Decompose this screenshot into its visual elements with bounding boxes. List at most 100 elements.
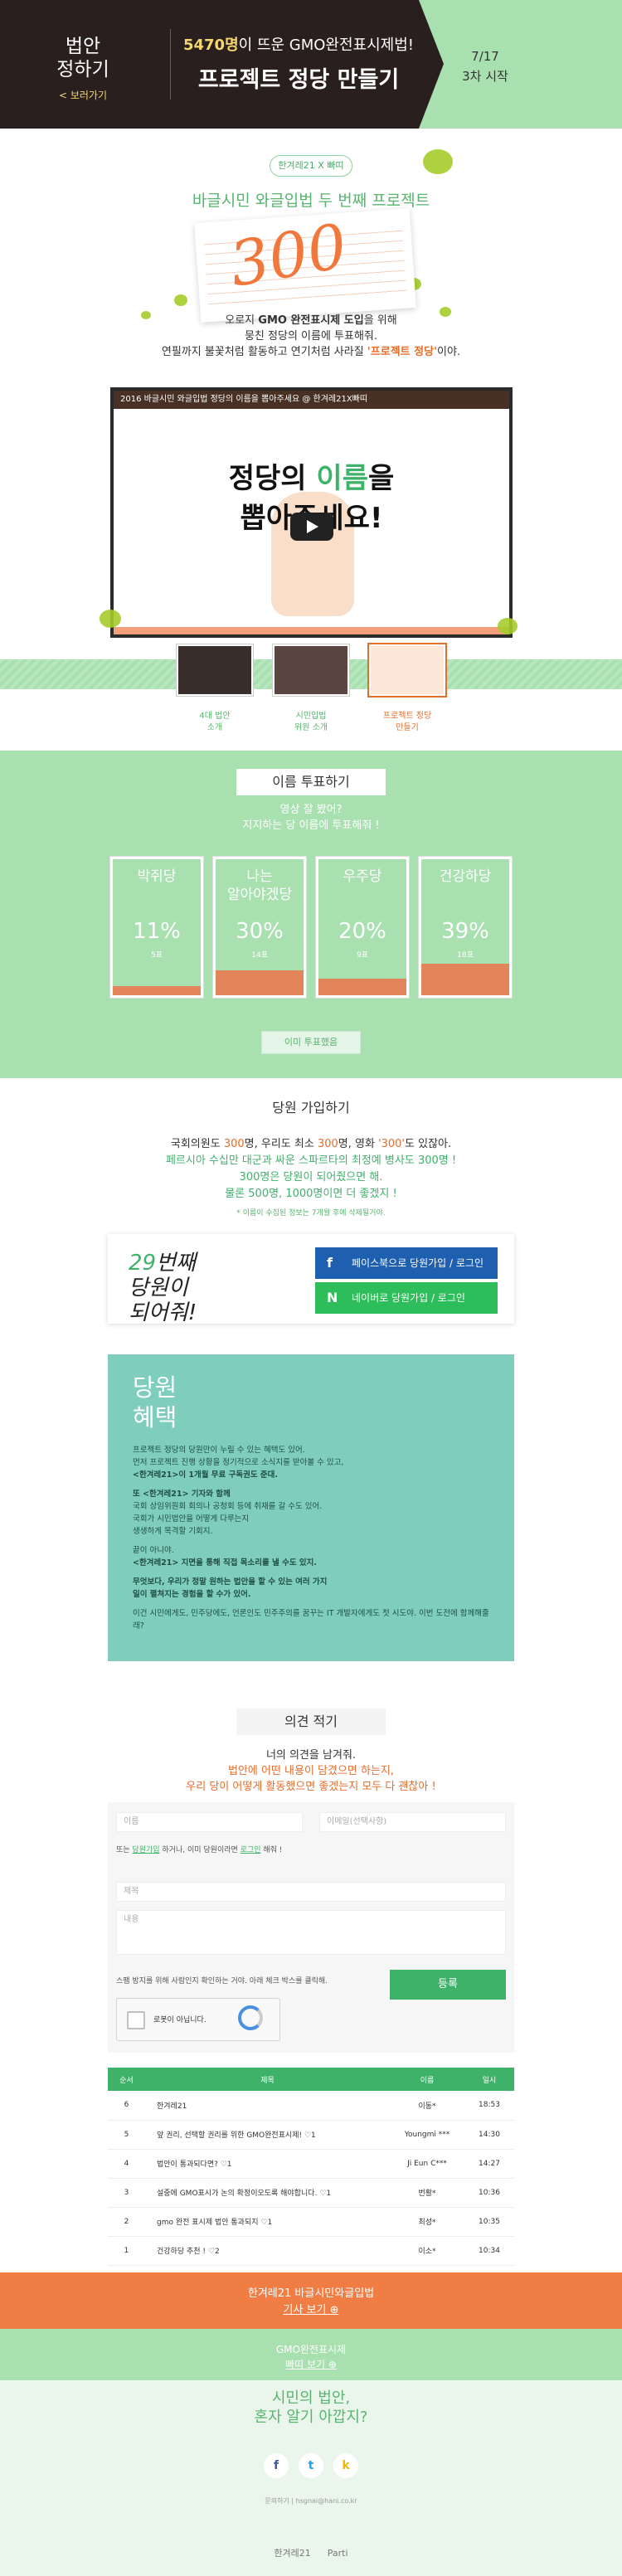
name-field[interactable]: 이름 — [116, 1812, 303, 1832]
table-row[interactable]: 2 gmo 완전 표시제 법안 통과되지 ♡1 최성* 10:35 — [108, 2207, 514, 2237]
row-title[interactable]: gmo 완전 표시제 법안 통과되지 ♡1 — [145, 2207, 390, 2237]
facebook-login-button[interactable]: f 페이스북으로 당원가입 / 로그인 — [315, 1247, 498, 1279]
page-title: 프로젝트 정당 만들기 — [197, 67, 400, 93]
tab-law[interactable]: 법안 정하기 — [0, 35, 166, 81]
vote-fill-bar — [113, 986, 201, 995]
recaptcha[interactable]: 로봇이 아닙니다. — [116, 1998, 280, 2041]
facebook-icon: f — [327, 1255, 333, 1271]
subject-field[interactable]: 제목 — [116, 1882, 506, 1902]
row-title[interactable]: 한겨레21 — [145, 2091, 390, 2121]
vote-card[interactable]: 건강하당 39% 18표 — [419, 857, 512, 998]
share-question: 시민의 법안, 혼자 알기 아깝지? — [0, 2389, 622, 2427]
benefits-title-line: 혜택 — [133, 1403, 177, 1431]
back-link[interactable]: < 보러가기 — [0, 88, 166, 102]
vote-fill-bar — [421, 964, 509, 995]
member-count-label: 당원이 — [129, 1276, 188, 1300]
article-link[interactable]: 기사 보기 ⊕ — [0, 2301, 622, 2316]
row-title[interactable]: 앞 권리, 선택할 권리를 위한 GMO완전표시제! ♡1 — [145, 2120, 390, 2150]
caption-line: 프로젝트 정당 — [382, 712, 432, 721]
party-name-line: 알아야겠당 — [226, 887, 293, 903]
parti-banner[interactable]: GMO완전표시제 빠띠 보기 ⊕ — [0, 2329, 622, 2380]
row-time: 10:36 — [464, 2178, 514, 2208]
benefit-line — [133, 1569, 498, 1576]
table-row[interactable]: 6 한겨레21 이동* 18:53 — [108, 2091, 514, 2121]
row-time: 14:27 — [464, 2149, 514, 2179]
caption-line: 시민입법 — [295, 712, 327, 721]
contact-mail[interactable]: 문의하기 | hsgnai@hani.co.kr — [0, 2496, 622, 2506]
benefit-line: 이건 시민에게도, 민주당에도, 언론인도 민주주의를 꿈꾸는 IT 개발자에게… — [133, 1609, 489, 1631]
table-row[interactable]: 5앞 권리, 선택할 권리를 위한 GMO완전표시제! ♡1 Youngmi **… — [108, 2120, 514, 2150]
facebook-login-label: 페이스북으로 당원가입 / 로그인 — [352, 1257, 484, 1269]
benefit-line — [133, 1481, 498, 1488]
row-number: 5 — [108, 2120, 145, 2150]
desc-text: 도 있잖아. — [405, 1138, 452, 1150]
intro-highlight: GMO 완전표시제 도입 — [258, 314, 364, 327]
twitter-share-icon[interactable]: t — [299, 2453, 323, 2478]
table-header: 순서 제목 이름 일시 — [108, 2068, 514, 2091]
benefits-title: 당원 혜택 — [133, 1373, 177, 1432]
benefit-line: 생생하게 목격할 기회지. — [133, 1527, 213, 1536]
intro-text: 연필까지 불꽃처럼 활동하고 연기처럼 사라질 — [161, 346, 367, 358]
banner-title: 한겨레21 바글시민와글입법 — [247, 2287, 375, 2300]
kakao-share-icon[interactable]: k — [333, 2453, 358, 2478]
desc-text: 국회의원도 — [170, 1138, 224, 1150]
facebook-share-icon[interactable]: f — [264, 2453, 289, 2478]
party-name-line: 나는 — [246, 868, 273, 885]
section-title: 의견 적기 — [236, 1708, 386, 1735]
member-count-text: 29번째 당원이 되어줘! — [129, 1251, 197, 1325]
vote-section: 이름 투표하기 영상 잘 봤어? 지지하는 당 이름에 투표해줘 ! 박쥐당 11%… — [0, 751, 622, 1078]
hankyoreh-logo[interactable]: 한겨레21 — [274, 2546, 310, 2559]
parti-link[interactable]: 빠띠 보기 ⊕ — [0, 2357, 622, 2371]
footer-logos: 한겨레21 Parti — [0, 2546, 622, 2559]
bean-decoration — [498, 618, 518, 634]
header: 법안 정하기 < 보러가기 5470명이 뜨운 GMO완전표시제법! 프로젝트 정… — [0, 0, 622, 129]
intro-text: 오로지 — [225, 314, 259, 327]
vote-button[interactable]: 이미 투표했음 — [261, 1031, 361, 1054]
table-row[interactable]: 3 설중에 GMO표시가 논의 확정이오도록 해야합니다. ♡1 번활* 10:36 — [108, 2178, 514, 2208]
paper-illustration: 300 — [194, 208, 416, 323]
hero-intro: 오로지 GMO 완전표시제 도입을 위해 뭉친 정당의 이름에 투표해줘. 연필… — [0, 313, 622, 360]
thumbnail-caption: 시민입법 위원 소개 — [260, 711, 362, 734]
row-title[interactable]: 건강하당 추천 ! ♡2 — [145, 2236, 390, 2266]
benefit-line: 프로젝트 정당의 당원만이 누릴 수 있는 혜택도 있어. — [133, 1446, 305, 1455]
thumbnail-committee[interactable]: 시민입법 위원 소개 — [273, 643, 349, 732]
video-caption-text: 을 — [367, 462, 395, 495]
privacy-note: * 이름이 수집된 정보는 7개월 후에 삭제될거야. — [236, 1209, 386, 1218]
section-title: 이름 투표하기 — [236, 769, 386, 795]
row-title[interactable]: 설중에 GMO표시가 논의 확정이오도록 해야합니다. ♡1 — [145, 2178, 390, 2208]
party-name-line: 우주당 — [343, 868, 382, 885]
naver-login-button[interactable]: N 네이버로 당원가입 / 로그인 — [315, 1282, 498, 1314]
body-field[interactable]: 내용 — [116, 1910, 506, 1955]
vote-card[interactable]: 나는 알아야겠당 30% 14표 — [213, 857, 306, 998]
login-link[interactable]: 로그인 — [241, 1846, 261, 1854]
vote-card[interactable]: 우주당 20% 9표 — [316, 857, 409, 998]
bean-decoration — [423, 149, 453, 174]
table-row[interactable]: 1 건강하당 추천 ! ♡2 이소* 10:34 — [108, 2236, 514, 2266]
desc-text: 명, 영화 — [338, 1138, 379, 1150]
row-number: 1 — [108, 2236, 145, 2266]
parti-logo[interactable]: Parti — [328, 2548, 348, 2559]
row-title[interactable]: 법안이 통과되다면? ♡1 — [145, 2149, 390, 2179]
video-title[interactable]: 2016 바글시민 와글입법 정당의 이름을 뽑아주세요 @ 한겨레21X빠띠 — [114, 391, 509, 409]
date-value: 7/17 — [471, 49, 499, 64]
email-field[interactable]: 이메일(선택사항) — [319, 1812, 506, 1832]
play-icon[interactable] — [290, 513, 333, 541]
captcha-checkbox[interactable] — [127, 2011, 145, 2029]
header-subtitle: 5470명이 뜨운 GMO완전표시제법! — [174, 33, 423, 55]
video-player[interactable]: 정당의 이름을 뽑아주세요! 2016 바글시민 와글입법 정당의 이름을 뽑아… — [110, 387, 513, 638]
thumbnail-project-party[interactable]: 프로젝트 정당 만들기 — [369, 643, 445, 732]
footer: 시민의 법안, 혼자 알기 아깝지? f t k 문의하기 | hsgnai@ha… — [0, 2380, 622, 2576]
thumbnail-bills[interactable]: 4대 법안 소개 — [177, 643, 253, 732]
benefit-line — [133, 1538, 498, 1544]
benefits-body: 프로젝트 정당의 당원만이 누릴 수 있는 혜택도 있어. 먼저 프로젝트 진행 … — [133, 1444, 498, 1632]
vote-fill-bar — [216, 970, 304, 995]
vote-card[interactable]: 박쥐당 11% 5표 — [110, 857, 203, 998]
article-banner[interactable]: 한겨레21 바글시민와글입법 기사 보기 ⊕ — [0, 2272, 622, 2329]
join-link[interactable]: 당원가입 — [132, 1846, 159, 1854]
share-line: 시민의 법안, — [271, 2389, 351, 2407]
row-number: 6 — [108, 2091, 145, 2121]
vote-count: 5표 — [150, 951, 163, 960]
table-row[interactable]: 4 법안이 통과되다면? ♡1 Ji Eun C*** 14:27 — [108, 2149, 514, 2179]
submit-button[interactable]: 등록 — [390, 1970, 506, 2000]
intro-line: 법안에 어떤 내용이 담겼으면 하는지, — [227, 1765, 395, 1777]
